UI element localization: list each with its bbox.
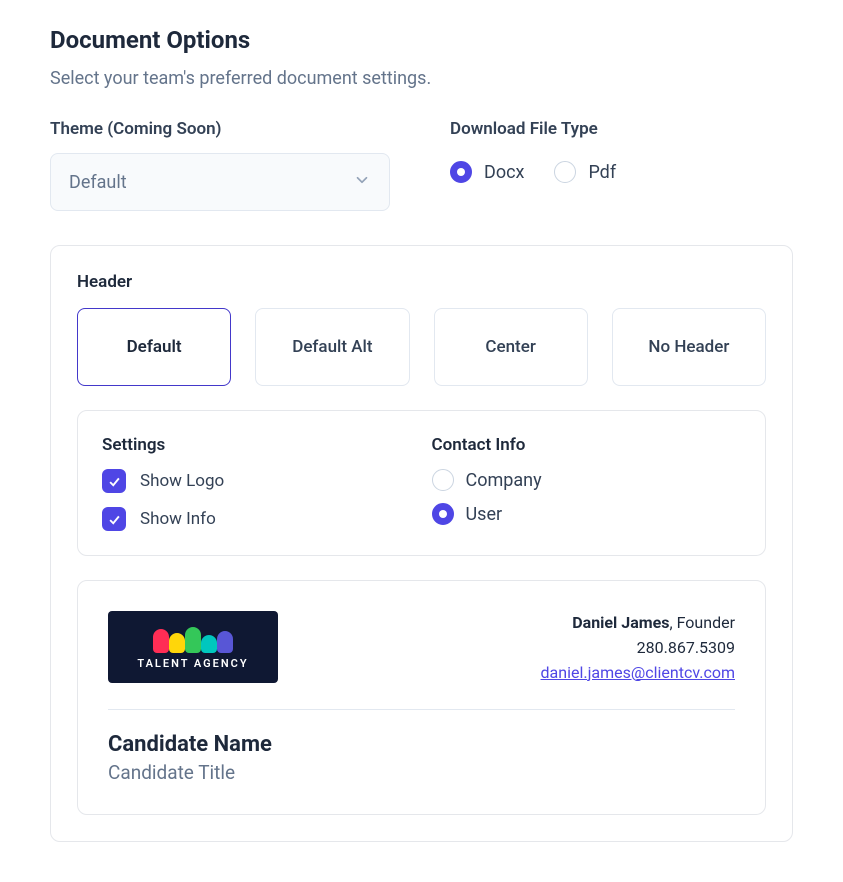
show-info-label: Show Info bbox=[140, 509, 216, 529]
header-tabs: Default Default Alt Center No Header bbox=[77, 308, 766, 386]
download-type-pdf-label: Pdf bbox=[588, 162, 616, 183]
download-type-docx-label: Docx bbox=[484, 162, 524, 183]
candidate-name: Candidate Name bbox=[108, 732, 735, 757]
contact-block: Daniel James, Founder 280.867.5309 danie… bbox=[541, 611, 735, 685]
contact-email-link[interactable]: daniel.james@clientcv.com bbox=[541, 663, 735, 682]
contact-phone: 280.867.5309 bbox=[541, 636, 735, 661]
contact-role: Founder bbox=[677, 613, 735, 632]
header-card: Header Default Default Alt Center No Hea… bbox=[50, 245, 793, 842]
preview-top-row: TALENT AGENCY Daniel James, Founder 280.… bbox=[108, 611, 735, 710]
header-tab-no-header[interactable]: No Header bbox=[612, 308, 766, 386]
contact-info-company-label: Company bbox=[466, 470, 542, 491]
logo-text: TALENT AGENCY bbox=[137, 657, 248, 670]
header-tab-default[interactable]: Default bbox=[77, 308, 231, 386]
theme-select[interactable]: Default bbox=[50, 153, 390, 211]
header-section-title: Header bbox=[77, 272, 766, 292]
download-type-pdf[interactable]: Pdf bbox=[554, 161, 616, 183]
contact-info-company[interactable]: Company bbox=[432, 469, 742, 491]
download-type-radiogroup: Docx Pdf bbox=[450, 161, 616, 183]
chevron-down-icon bbox=[353, 171, 371, 193]
check-icon bbox=[107, 512, 122, 527]
theme-label: Theme (Coming Soon) bbox=[50, 119, 390, 139]
theme-selected-value: Default bbox=[69, 172, 127, 193]
page-title: Document Options bbox=[50, 26, 793, 54]
check-icon bbox=[107, 474, 122, 489]
show-logo-checkbox[interactable] bbox=[102, 469, 126, 493]
radio-icon bbox=[554, 161, 576, 183]
radio-icon bbox=[450, 161, 472, 183]
settings-column: Settings Show Logo Show Info bbox=[102, 435, 412, 531]
radio-icon bbox=[432, 469, 454, 491]
radio-icon bbox=[432, 503, 454, 525]
candidate-block: Candidate Name Candidate Title bbox=[108, 710, 735, 784]
contact-info-column: Contact Info Company User bbox=[432, 435, 742, 531]
page-subtitle: Select your team's preferred document se… bbox=[50, 68, 793, 89]
download-type-label: Download File Type bbox=[450, 119, 616, 139]
show-logo-row: Show Logo bbox=[102, 469, 412, 493]
candidate-title: Candidate Title bbox=[108, 761, 735, 784]
header-preview: TALENT AGENCY Daniel James, Founder 280.… bbox=[77, 580, 766, 815]
header-settings-card: Settings Show Logo Show Info Contact Inf… bbox=[77, 410, 766, 556]
contact-role-sep: , bbox=[669, 613, 676, 632]
settings-title: Settings bbox=[102, 435, 412, 455]
contact-info-user[interactable]: User bbox=[432, 503, 742, 525]
contact-info-user-label: User bbox=[466, 504, 503, 525]
header-tab-center[interactable]: Center bbox=[434, 308, 588, 386]
show-logo-label: Show Logo bbox=[140, 471, 224, 491]
show-info-row: Show Info bbox=[102, 507, 412, 531]
company-logo: TALENT AGENCY bbox=[108, 611, 278, 683]
logo-art-icon bbox=[153, 625, 233, 653]
download-type-docx[interactable]: Docx bbox=[450, 161, 524, 183]
contact-name: Daniel James bbox=[572, 613, 669, 632]
contact-info-title: Contact Info bbox=[432, 435, 742, 455]
show-info-checkbox[interactable] bbox=[102, 507, 126, 531]
contact-info-radiogroup: Company User bbox=[432, 469, 742, 525]
header-tab-default-alt[interactable]: Default Alt bbox=[255, 308, 409, 386]
contact-name-line: Daniel James, Founder bbox=[541, 611, 735, 636]
